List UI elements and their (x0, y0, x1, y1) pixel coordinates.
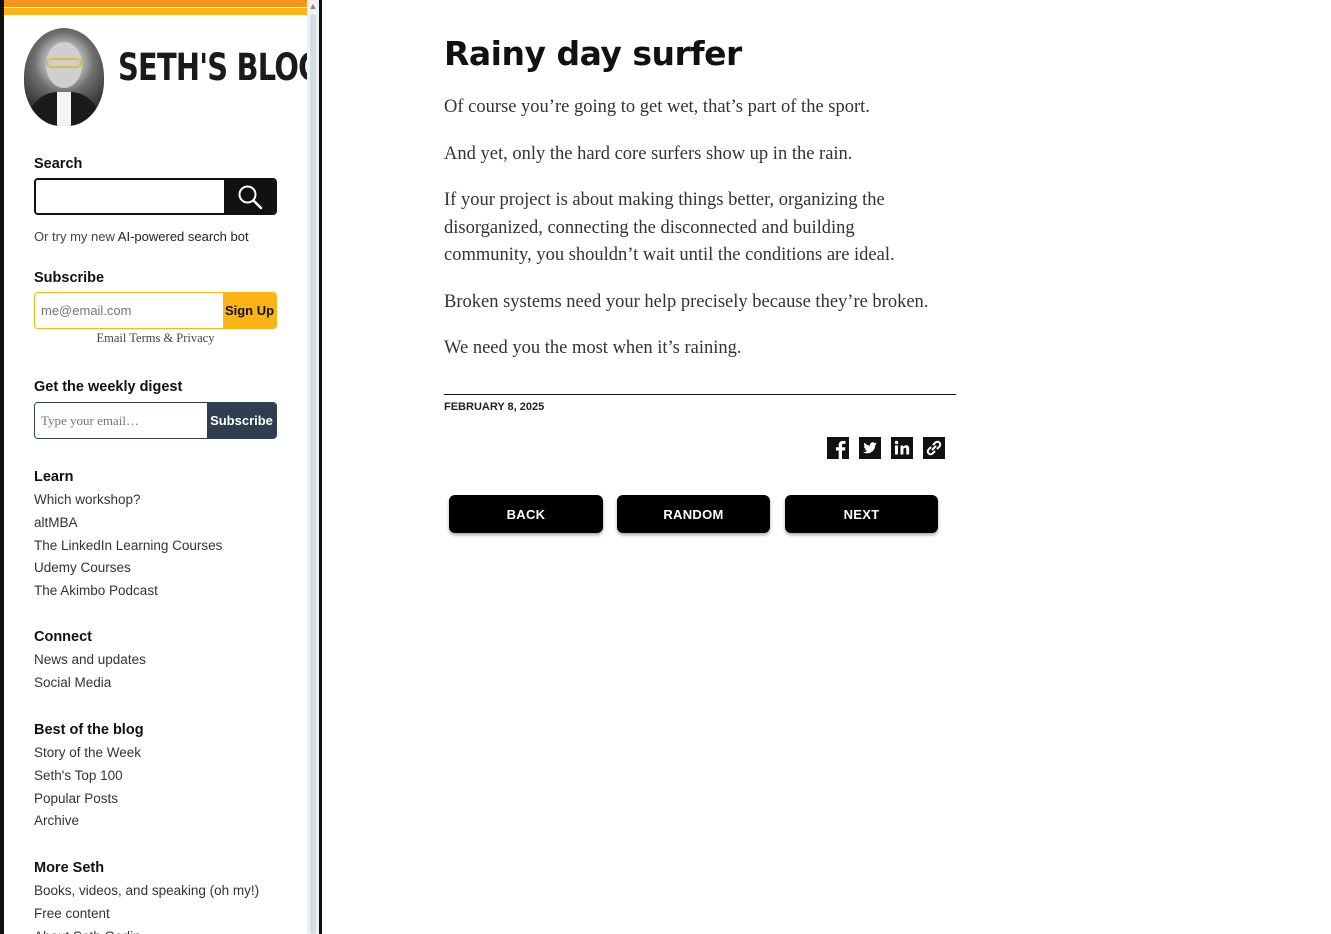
sidebar-link-which-workshop[interactable]: Which workshop? (34, 489, 222, 512)
connect-heading: Connect (34, 629, 92, 645)
random-button[interactable]: RANDOM (617, 495, 770, 533)
post-body: Of course you’re going to get wet, that’… (444, 94, 964, 382)
post-date: FEBRUARY 8, 2025 (444, 401, 545, 413)
sidebar-link-books-videos[interactable]: Books, videos, and speaking (oh my!) (34, 880, 259, 903)
post-title: Rainy day surfer (444, 34, 742, 73)
post-paragraph: Of course you’re going to get wet, that’… (444, 97, 870, 117)
ai-search-prefix: Or try my new (34, 229, 118, 244)
scroll-thumb[interactable] (310, 14, 316, 934)
sidebar-link-udemy-courses[interactable]: Udemy Courses (34, 557, 222, 580)
post-paragraph: If your project is about making things b… (444, 190, 895, 265)
back-button[interactable]: BACK (449, 495, 603, 533)
sidebar-link-story-of-week[interactable]: Story of the Week (34, 742, 144, 765)
sidebar-link-akimbo-podcast[interactable]: The Akimbo Podcast (34, 580, 222, 603)
link-icon[interactable] (923, 437, 945, 459)
search-input[interactable] (36, 180, 224, 213)
top-color-stripe (4, 0, 307, 15)
sidebar-link-free-content[interactable]: Free content (34, 903, 259, 926)
best-of-blog-heading: Best of the blog (34, 722, 144, 738)
post-divider (444, 394, 956, 395)
digest-heading: Get the weekly digest (34, 379, 183, 395)
post-paragraph: And yet, only the hard core surfers show… (444, 143, 853, 164)
twitter-icon[interactable] (859, 437, 881, 459)
ai-search-link[interactable]: AI-powered search bot (118, 229, 249, 244)
post-paragraph: We need you the most when it’s raining. (444, 338, 742, 358)
scroll-up-arrow-icon[interactable]: ▲ (308, 1, 318, 11)
best-of-blog-section: Best of the blog Story of the Week Seth'… (34, 722, 144, 833)
sidebar-link-top-100[interactable]: Seth's Top 100 (34, 765, 144, 788)
sidebar-link-news-updates[interactable]: News and updates (34, 649, 146, 672)
digest-form: Subscribe (34, 402, 277, 439)
email-terms-link[interactable]: Email Terms & Privacy (34, 331, 277, 346)
learn-section: Learn Which workshop? altMBA The LinkedI… (34, 469, 222, 603)
linkedin-icon[interactable] (891, 437, 913, 459)
sign-up-button[interactable]: Sign Up (223, 293, 276, 328)
more-seth-section: More Seth Books, videos, and speaking (o… (34, 860, 259, 934)
sidebar-link-social-media[interactable]: Social Media (34, 672, 146, 695)
search-button[interactable] (224, 180, 275, 213)
search-icon (238, 185, 262, 209)
connect-section: Connect News and updates Social Media (34, 629, 146, 695)
sidebar-link-linkedin-courses[interactable]: The LinkedIn Learning Courses (34, 535, 222, 558)
subscribe-email-input[interactable] (35, 293, 223, 328)
learn-heading: Learn (34, 469, 74, 485)
sidebar-link-archive[interactable]: Archive (34, 810, 144, 833)
digest-subscribe-button[interactable]: Subscribe (207, 403, 276, 438)
facebook-icon[interactable] (827, 437, 849, 459)
sidebar-link-about-seth[interactable]: About Seth Godin (34, 926, 259, 934)
sidebar: SETH'S BLOG Search Or try my new AI-powe… (0, 0, 322, 934)
seth-avatar[interactable] (24, 28, 104, 126)
site-logo[interactable]: SETH'S BLOG (118, 46, 319, 89)
search-form (34, 178, 277, 215)
digest-email-input[interactable] (35, 403, 207, 438)
sidebar-link-popular-posts[interactable]: Popular Posts (34, 788, 144, 811)
search-heading: Search (34, 156, 83, 172)
subscribe-heading: Subscribe (34, 270, 105, 286)
sidebar-scrollbar[interactable]: ▲ (307, 0, 319, 934)
subscribe-form: Sign Up (34, 292, 277, 329)
more-seth-heading: More Seth (34, 860, 105, 876)
sidebar-link-altmba[interactable]: altMBA (34, 512, 222, 535)
next-button[interactable]: NEXT (785, 495, 938, 533)
post-paragraph: Broken systems need your help precisely … (444, 291, 929, 312)
ai-search-line: Or try my new AI-powered search bot (34, 229, 249, 244)
